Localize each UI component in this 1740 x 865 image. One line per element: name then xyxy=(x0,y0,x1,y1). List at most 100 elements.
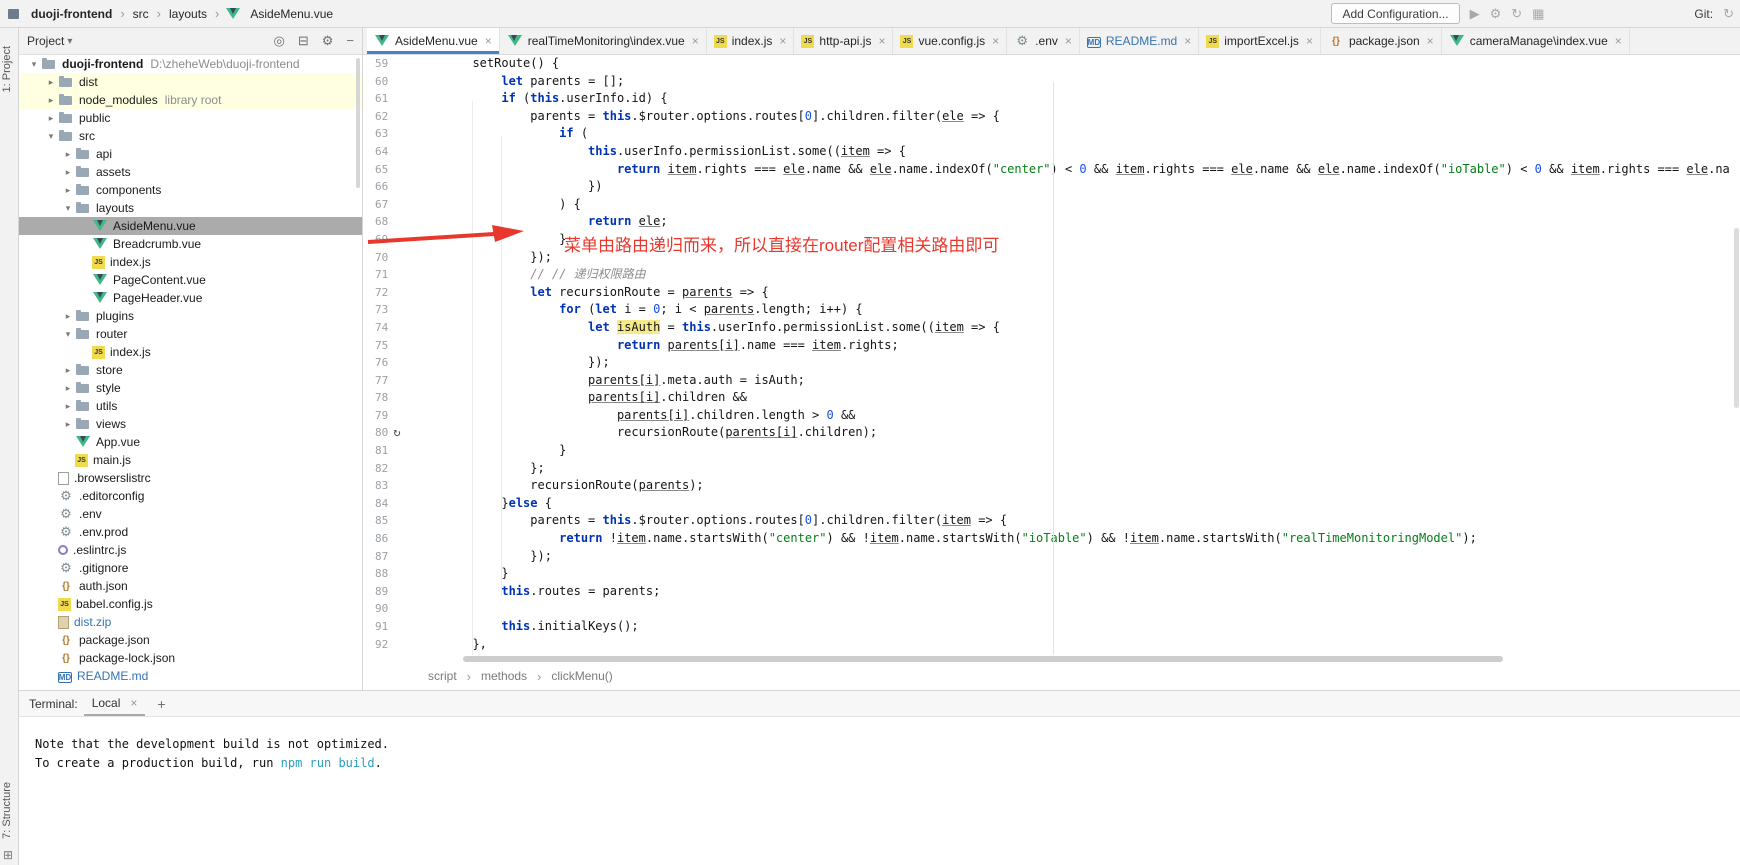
chevron-right-icon[interactable]: ▸ xyxy=(44,95,58,106)
close-icon[interactable]: × xyxy=(1184,34,1191,48)
close-icon[interactable]: × xyxy=(779,34,786,48)
tree-item[interactable]: Breadcrumb.vue xyxy=(19,235,362,253)
close-icon[interactable]: × xyxy=(1427,34,1434,48)
tree-item[interactable]: ▸components xyxy=(19,181,362,199)
chevron-down-icon[interactable]: ▾ xyxy=(27,59,41,70)
tree-item[interactable]: JSmain.js xyxy=(19,451,362,469)
tree-item[interactable]: ▾router xyxy=(19,325,362,343)
tree-item[interactable]: ▸public xyxy=(19,109,362,127)
terminal-tab-local[interactable]: Local × xyxy=(84,692,146,716)
tree-item[interactable]: ▸api xyxy=(19,145,362,163)
add-configuration-button[interactable]: Add Configuration... xyxy=(1331,3,1459,24)
breadcrumb-item[interactable]: clickMenu() xyxy=(551,669,612,683)
breadcrumb-item[interactable]: src xyxy=(131,7,151,21)
close-icon[interactable]: × xyxy=(1065,34,1072,48)
close-icon[interactable]: × xyxy=(1615,34,1622,48)
tool-window-switcher-icon[interactable]: ⊞ xyxy=(3,848,13,862)
chevron-right-icon[interactable]: ▸ xyxy=(44,113,58,124)
tree-item[interactable]: ⚙.editorconfig xyxy=(19,487,362,505)
editor-tab[interactable]: JSvue.config.js× xyxy=(893,28,1007,54)
breadcrumb-item[interactable]: AsideMenu.vue xyxy=(248,7,335,21)
editor-tab[interactable]: MDREADME.md× xyxy=(1080,28,1199,54)
tree-item[interactable]: {}auth.json xyxy=(19,577,362,595)
tree-item[interactable]: ▸plugins xyxy=(19,307,362,325)
gear-icon[interactable]: ⚙ xyxy=(322,33,334,49)
close-icon[interactable]: × xyxy=(878,34,885,48)
update-project-icon[interactable]: ↻ xyxy=(1511,6,1522,22)
chevron-down-icon[interactable]: ▾ xyxy=(44,131,58,142)
tree-item[interactable]: {}package.json xyxy=(19,631,362,649)
tree-item[interactable]: ⚙.env.prod xyxy=(19,523,362,541)
chevron-right-icon[interactable]: ▸ xyxy=(61,149,75,160)
horizontal-scrollbar[interactable] xyxy=(363,655,1740,663)
tree-item[interactable]: ⚙.gitignore xyxy=(19,559,362,577)
run-icon[interactable]: ▶ xyxy=(1470,6,1480,22)
chevron-down-icon[interactable]: ▾ xyxy=(61,329,75,340)
project-view-selector[interactable]: Project xyxy=(27,34,64,48)
editor-tab[interactable]: cameraManage\index.vue× xyxy=(1442,28,1630,54)
code-editor[interactable]: 59 setRoute() {60 let parents = [];61 if… xyxy=(363,55,1740,655)
collapse-all-icon[interactable]: ⊟ xyxy=(298,33,309,49)
tree-item[interactable]: ▸node_moduleslibrary root xyxy=(19,91,362,109)
tree-item[interactable]: AsideMenu.vue xyxy=(19,217,362,235)
scrollbar-thumb[interactable] xyxy=(463,656,1503,662)
editor-tab[interactable]: {}package.json× xyxy=(1321,28,1442,54)
tree-item[interactable]: .browserslistrc xyxy=(19,469,362,487)
chevron-right-icon[interactable]: ▸ xyxy=(61,167,75,178)
tree-item[interactable]: ▸utils xyxy=(19,397,362,415)
editor-tab[interactable]: realTimeMonitoring\index.vue× xyxy=(500,28,707,54)
vertical-scrollbar[interactable] xyxy=(1734,228,1739,408)
tree-item[interactable]: ▸assets xyxy=(19,163,362,181)
close-icon[interactable]: × xyxy=(992,34,999,48)
breadcrumb-item[interactable]: script xyxy=(428,669,457,683)
breadcrumb-item[interactable]: methods xyxy=(481,669,527,683)
chevron-right-icon[interactable]: ▸ xyxy=(61,401,75,412)
tree-item[interactable]: .eslintrc.js xyxy=(19,541,362,559)
tree-item[interactable]: JSindex.js xyxy=(19,253,362,271)
breadcrumb-item[interactable]: duoji-frontend xyxy=(29,7,114,21)
project-tree[interactable]: ▾duoji-frontendD:\zheheWeb\duoji-fronten… xyxy=(19,55,362,690)
new-terminal-button[interactable]: + xyxy=(157,696,165,712)
tree-item[interactable]: PageHeader.vue xyxy=(19,289,362,307)
tree-item[interactable]: App.vue xyxy=(19,433,362,451)
structure-tool-window-button[interactable]: 7: Structure xyxy=(1,782,18,839)
tree-item[interactable]: ▾duoji-frontendD:\zheheWeb\duoji-fronten… xyxy=(19,55,362,73)
recursive-call-icon[interactable]: ↻ xyxy=(393,424,400,442)
tree-item[interactable]: dist.zip xyxy=(19,613,362,631)
close-icon[interactable]: × xyxy=(692,34,699,48)
chevron-right-icon[interactable]: ▸ xyxy=(61,311,75,322)
chevron-down-icon[interactable]: ▾ xyxy=(61,203,75,214)
chevron-right-icon[interactable]: ▸ xyxy=(61,419,75,430)
chevron-right-icon[interactable]: ▸ xyxy=(61,383,75,394)
tree-item[interactable]: JSindex.js xyxy=(19,343,362,361)
tree-item[interactable]: {}package-lock.json xyxy=(19,649,362,667)
git-branch-label[interactable]: Git: xyxy=(1694,7,1713,21)
editor-tab[interactable]: AsideMenu.vue× xyxy=(367,28,500,54)
tree-item[interactable]: ⚙.env xyxy=(19,505,362,523)
settings-icon[interactable]: ⚙ xyxy=(1490,6,1502,22)
tree-item[interactable]: ▸style xyxy=(19,379,362,397)
close-icon[interactable]: × xyxy=(130,696,137,710)
editor-tab[interactable]: JSindex.js× xyxy=(707,28,795,54)
project-scrollbar[interactable] xyxy=(356,58,360,188)
vcs-update-icon[interactable]: ↻ xyxy=(1723,6,1734,22)
project-tool-window-button[interactable]: 1: Project xyxy=(1,46,18,92)
breadcrumb-item[interactable]: layouts xyxy=(167,7,209,21)
tree-item[interactable]: ▸store xyxy=(19,361,362,379)
editor-tab[interactable]: JSimportExcel.js× xyxy=(1199,28,1321,54)
tree-item[interactable]: ▾layouts xyxy=(19,199,362,217)
tree-item[interactable]: MDREADME.md xyxy=(19,667,362,685)
editor-tab[interactable]: ⚙.env× xyxy=(1007,28,1080,54)
tree-item[interactable]: JSbabel.config.js xyxy=(19,595,362,613)
hide-panel-icon[interactable]: − xyxy=(346,33,354,49)
locate-file-icon[interactable]: ◎ xyxy=(274,33,285,49)
tool-windows-icon[interactable]: ▦ xyxy=(1532,6,1544,22)
chevron-right-icon[interactable]: ▸ xyxy=(44,77,58,88)
tree-item[interactable]: PageContent.vue xyxy=(19,271,362,289)
close-icon[interactable]: × xyxy=(1306,34,1313,48)
chevron-right-icon[interactable]: ▸ xyxy=(61,185,75,196)
close-icon[interactable]: × xyxy=(485,34,492,48)
tree-item[interactable]: ▸dist xyxy=(19,73,362,91)
tree-item[interactable]: ▸views xyxy=(19,415,362,433)
chevron-right-icon[interactable]: ▸ xyxy=(61,365,75,376)
